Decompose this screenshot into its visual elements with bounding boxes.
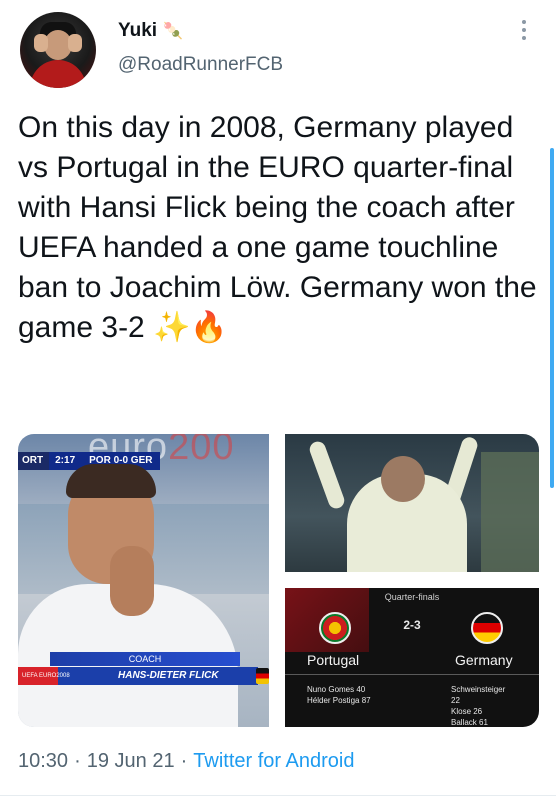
tweet-text: On this day in 2008, Germany played vs P… xyxy=(18,111,537,344)
avatar-hand xyxy=(68,34,82,52)
coach-hand xyxy=(110,546,154,616)
avatar[interactable] xyxy=(20,12,96,88)
background-person xyxy=(481,452,539,572)
divider xyxy=(0,795,556,796)
more-vertical-icon[interactable] xyxy=(514,16,534,44)
scorer: Hélder Postiga 87 xyxy=(307,696,371,705)
stage-label: Quarter-finals xyxy=(384,592,440,602)
germany-flag-icon xyxy=(256,668,269,684)
display-name[interactable]: Yuki xyxy=(118,20,157,42)
raised-arm xyxy=(307,439,347,511)
caption-tag: UEFA EURO2008 xyxy=(22,673,70,679)
scorer: Ballack 61 xyxy=(451,718,488,727)
divider xyxy=(285,674,539,675)
media-grid: euro200 ORT 2:17 POR 0-0 GER COACH UEFA … xyxy=(18,434,539,727)
media-photo-celebration[interactable] xyxy=(285,434,539,572)
author-handle[interactable]: @RoadRunnerFCB xyxy=(118,54,283,76)
dango-emoji-icon: 🍡 xyxy=(163,23,183,40)
author-name-row[interactable]: Yuki 🍡 xyxy=(118,18,183,44)
tweet-time[interactable]: 10:30 xyxy=(18,750,68,773)
media-photo-coach[interactable]: euro200 ORT 2:17 POR 0-0 GER COACH UEFA … xyxy=(18,434,269,727)
tweet-source-link[interactable]: Twitter for Android xyxy=(193,750,354,773)
tweet-meta: 10:30 · 19 Jun 21 · Twitter for Android xyxy=(18,750,354,773)
scorer: 22 xyxy=(451,696,460,705)
scroll-indicator[interactable] xyxy=(550,148,554,488)
caption-role: COACH xyxy=(50,652,240,666)
scorebug-team: ORT xyxy=(18,452,50,470)
celebrating-head xyxy=(381,456,425,502)
caption-name: UEFA EURO2008 HANS-DIETER FLICK xyxy=(18,667,258,685)
tweet-date[interactable]: 19 Jun 21 xyxy=(87,750,175,773)
avatar-hand xyxy=(34,34,48,52)
germany-flag-icon xyxy=(471,612,503,644)
home-scorers: Nuno Gomes 40 Hélder Postiga 87 xyxy=(307,684,417,706)
scorer: Nuno Gomes 40 xyxy=(307,685,366,694)
away-team: Germany xyxy=(455,652,513,668)
scorer: Klose 26 xyxy=(451,707,483,716)
away-scorers: Schweinsteiger 22 Klose 26 Ballack 61 xyxy=(451,684,537,727)
coach-hair xyxy=(66,464,156,498)
home-team: Portugal xyxy=(307,652,360,668)
scorer: Schweinsteiger xyxy=(451,685,506,694)
separator: · xyxy=(180,750,188,772)
separator: · xyxy=(74,750,81,772)
media-result-card[interactable]: Quarter-finals 2-3 Portugal Germany Nuno… xyxy=(285,588,539,727)
tweet-header: Yuki 🍡 @RoadRunnerFCB xyxy=(0,0,556,96)
avatar-shirt xyxy=(30,60,86,88)
